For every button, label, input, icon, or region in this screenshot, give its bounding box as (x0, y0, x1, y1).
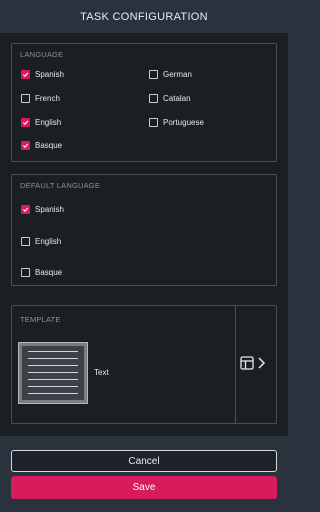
content-area: LANGUAGE Spanish German French Catalan E… (0, 33, 288, 436)
checkbox[interactable] (21, 117, 30, 127)
save-button[interactable]: Save (11, 476, 277, 499)
footer-bar: Cancel Save (0, 436, 288, 512)
checkbox[interactable] (21, 204, 30, 214)
checkbox[interactable] (21, 93, 30, 103)
option-label: English (35, 117, 62, 127)
cancel-button[interactable]: Cancel (11, 450, 277, 472)
option-label: Basque (35, 140, 63, 150)
thumbnail-line (28, 379, 78, 380)
check-icon (23, 120, 29, 125)
option-label: French (35, 93, 60, 103)
option-label: Spanish (35, 204, 64, 214)
checkbox[interactable] (21, 140, 30, 150)
default-language-panel-title: DEFAULT LANGUAGE (20, 181, 101, 190)
default-language-option-spanish[interactable]: Spanish (21, 203, 64, 215)
thumbnail-line (28, 372, 78, 373)
check-icon (23, 207, 29, 212)
option-label: Portuguese (163, 117, 204, 127)
language-option-english[interactable]: English (21, 116, 61, 128)
checkbox[interactable] (21, 267, 30, 277)
language-panel: LANGUAGE Spanish German French Catalan E… (11, 43, 277, 162)
default-language-option-basque[interactable]: Basque (21, 266, 62, 278)
template-divider (235, 306, 236, 423)
thumbnail-line (28, 393, 78, 394)
language-option-german[interactable]: German (149, 68, 192, 80)
checkbox[interactable] (21, 69, 30, 79)
language-option-basque[interactable]: Basque (21, 139, 62, 151)
thumbnail-page (22, 346, 84, 400)
checkbox[interactable] (149, 69, 158, 79)
checkbox[interactable] (149, 93, 158, 103)
option-label: Catalan (163, 93, 191, 103)
page-title: TASK CONFIGURATION (80, 10, 208, 23)
chevron-right-icon (258, 357, 266, 369)
default-language-option-english[interactable]: English (21, 235, 61, 247)
header-bar: TASK CONFIGURATION (0, 0, 288, 33)
language-option-french[interactable]: French (21, 92, 60, 104)
default-language-panel: DEFAULT LANGUAGE Spanish English Basque (11, 174, 277, 286)
option-label: Spanish (35, 69, 64, 79)
language-option-spanish[interactable]: Spanish (21, 68, 64, 80)
template-name: Text (94, 368, 109, 377)
layout-icon (240, 356, 254, 370)
thumbnail-line (28, 351, 78, 352)
template-select-button[interactable] (240, 356, 266, 370)
template-panel: TEMPLATE Text (11, 305, 277, 424)
template-panel-title: TEMPLATE (20, 315, 61, 324)
option-label: German (163, 69, 192, 79)
thumbnail-line (28, 358, 78, 359)
checkbox[interactable] (21, 236, 30, 246)
thumbnail-line (28, 365, 78, 366)
thumbnail-line (28, 386, 78, 387)
checkbox[interactable] (149, 117, 158, 127)
check-icon (23, 72, 29, 77)
language-panel-title: LANGUAGE (20, 50, 64, 59)
template-thumbnail[interactable] (18, 342, 88, 404)
check-icon (23, 143, 29, 148)
language-option-catalan[interactable]: Catalan (149, 92, 191, 104)
language-option-portuguese[interactable]: Portuguese (149, 116, 204, 128)
option-label: Basque (35, 267, 63, 277)
option-label: English (35, 236, 62, 246)
